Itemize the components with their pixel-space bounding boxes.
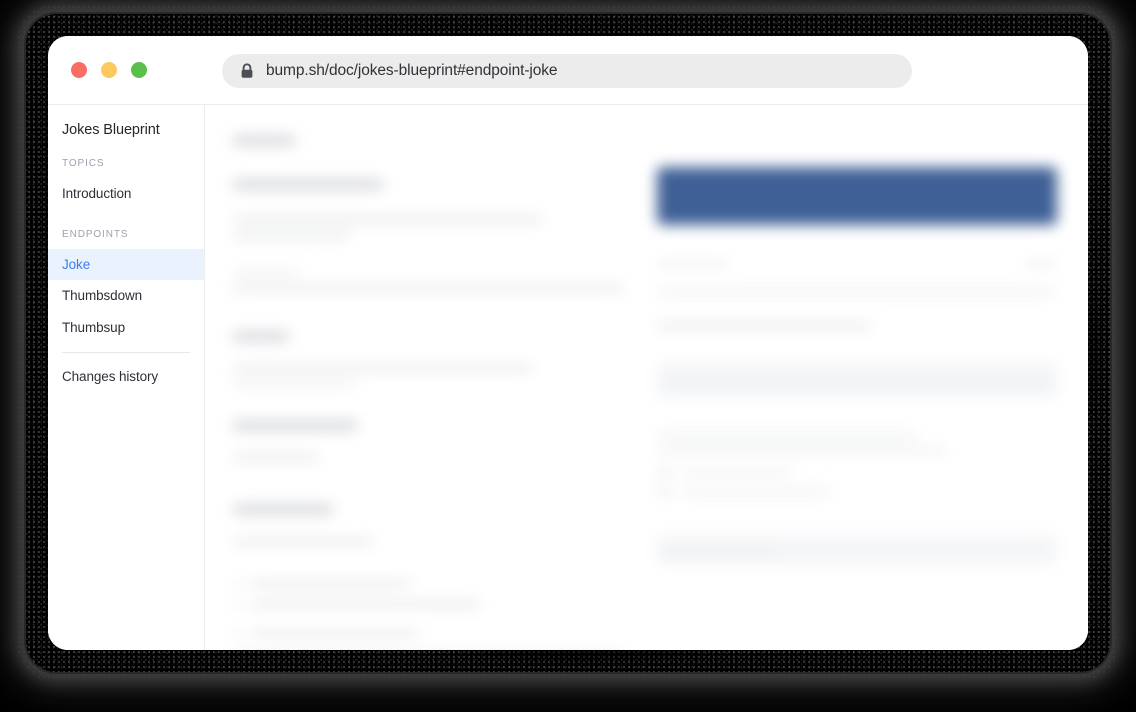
doc-right-column — [657, 105, 1077, 565]
address-bar-url: bump.sh/doc/jokes-blueprint#endpoint-jok… — [266, 62, 558, 79]
doc-left-column — [233, 105, 653, 650]
close-window-button[interactable] — [71, 62, 87, 78]
sidebar-item-thumbsup[interactable]: Thumbsup — [48, 312, 204, 344]
maximize-window-button[interactable] — [131, 62, 147, 78]
sidebar-divider — [62, 352, 190, 354]
sidebar-item-joke[interactable]: Joke — [48, 248, 204, 281]
sidebar-section-label-endpoints: ENDPOINTS — [62, 228, 129, 240]
address-bar[interactable]: bump.sh/doc/jokes-blueprint#endpoint-jok… — [222, 54, 912, 88]
sidebar-item-thumbsdown[interactable]: Thumbsdown — [48, 280, 204, 312]
doc-sidebar: Jokes Blueprint TOPICS Introduction ENDP… — [48, 105, 205, 650]
sidebar-section-label-topics: TOPICS — [62, 158, 105, 169]
screenshot-stage: bump.sh/doc/jokes-blueprint#endpoint-jok… — [0, 0, 1136, 712]
window-body: Jokes Blueprint TOPICS Introduction ENDP… — [48, 105, 1088, 650]
blurred-document-content — [205, 105, 1088, 650]
traffic-lights — [71, 62, 147, 78]
doc-content — [205, 105, 1088, 650]
sidebar-item-introduction[interactable]: Introduction — [48, 178, 204, 210]
minimize-window-button[interactable] — [101, 62, 117, 78]
sidebar-item-changes-history[interactable]: Changes history — [48, 361, 204, 393]
browser-window: bump.sh/doc/jokes-blueprint#endpoint-jok… — [48, 36, 1088, 650]
browser-toolbar: bump.sh/doc/jokes-blueprint#endpoint-jok… — [48, 36, 1088, 105]
endpoint-url-banner — [657, 167, 1057, 225]
doc-title: Jokes Blueprint — [62, 122, 160, 138]
padlock-icon — [240, 63, 254, 79]
